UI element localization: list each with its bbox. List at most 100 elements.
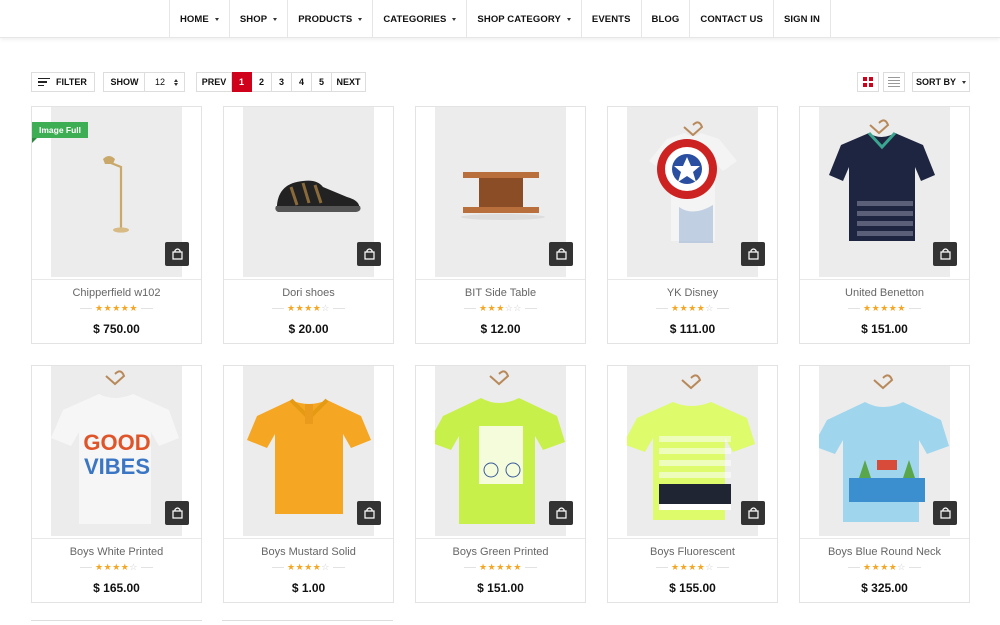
product-name[interactable]: United Benetton	[800, 287, 969, 299]
product-image-blue-printed-tshirt[interactable]	[819, 366, 950, 536]
star-icon: ★	[112, 303, 121, 313]
star-icon: ★	[504, 562, 514, 572]
svg-text:GOOD: GOOD	[83, 430, 150, 455]
sort-by-dropdown[interactable]: SORT BY	[912, 72, 970, 92]
pagination-page[interactable]: 2	[252, 72, 272, 92]
product-name[interactable]: YK Disney	[608, 287, 777, 299]
card-divider	[32, 279, 201, 280]
star-icon: ★	[479, 303, 488, 313]
product-card[interactable]: United Benetton ★ ★ ★ ★ ★ $ 151.00	[799, 106, 970, 344]
product-image-good-vibes-tshirt[interactable]: GOOD VIBES	[51, 366, 182, 536]
shopping-bag-icon	[939, 248, 951, 260]
chevron-down-icon	[452, 17, 457, 21]
pagination-prev[interactable]: PREV	[196, 72, 232, 92]
product-name[interactable]: Dori shoes	[224, 287, 393, 299]
filter-button[interactable]: FILTER	[31, 72, 95, 92]
star-icon: ★	[112, 562, 121, 572]
product-image-green-tshirt[interactable]	[435, 366, 566, 536]
star-icon: ☆	[129, 562, 138, 572]
product-card[interactable]: Boys Mustard Solid ★ ★ ★ ★ ☆ $ 1.00	[223, 365, 394, 603]
add-to-cart-button[interactable]	[549, 501, 573, 525]
star-icon: ★	[897, 303, 906, 313]
star-icon: ★	[679, 562, 689, 572]
list-view-icon	[888, 77, 900, 87]
product-image-side-table[interactable]	[435, 107, 566, 277]
star-icon: ★	[304, 562, 313, 572]
card-divider	[800, 279, 969, 280]
product-price: $ 155.00	[669, 581, 716, 595]
nav-item-home[interactable]: HOME	[170, 0, 230, 38]
product-name[interactable]: Boys Fluorescent	[608, 546, 777, 558]
product-name[interactable]: Boys White Printed	[32, 546, 201, 558]
product-image-mustard-polo[interactable]	[243, 366, 374, 536]
nav-item-products[interactable]: PRODUCTS	[288, 0, 374, 38]
star-icon: ☆	[321, 562, 330, 572]
add-to-cart-button[interactable]	[741, 501, 765, 525]
pagination-next[interactable]: NEXT	[332, 72, 366, 92]
product-price: $ 750.00	[93, 322, 140, 336]
show-count-select[interactable]: 12	[144, 72, 185, 92]
nav-item-sign-in[interactable]: SIGN IN	[774, 0, 832, 38]
nav-item-label: CONTACT US	[700, 13, 763, 25]
product-name[interactable]: BIT Side Table	[416, 287, 585, 299]
add-to-cart-button[interactable]	[357, 501, 381, 525]
product-card[interactable]: BIT Side Table ★ ★ ★ ☆ ☆ $ 12.00	[415, 106, 586, 344]
nav-item-label: HOME	[179, 13, 209, 25]
star-icon: ★	[863, 562, 872, 572]
product-image-fluorescent-striped-tshirt[interactable]	[627, 366, 758, 536]
add-to-cart-button[interactable]	[165, 501, 189, 525]
pagination-page[interactable]: 5	[312, 72, 332, 92]
nav-item-shop[interactable]: SHOP	[230, 0, 289, 38]
nav-menu: HOME SHOP PRODUCTS CATEGORIES SHOP CATEGORY E…	[168, 0, 832, 38]
star-icon: ★	[871, 562, 881, 572]
product-name[interactable]: Boys Mustard Solid	[224, 546, 393, 558]
pagination-page[interactable]: 3	[272, 72, 292, 92]
star-icon: ★	[688, 303, 697, 313]
add-to-cart-button[interactable]	[165, 242, 189, 266]
shopping-bag-icon	[939, 507, 951, 519]
star-icon: ★	[696, 303, 706, 313]
product-image-shield-tshirt[interactable]	[627, 107, 758, 277]
star-icon: ☆	[513, 303, 522, 313]
nav-item-label: PRODUCTS	[298, 13, 353, 25]
star-icon: ★	[287, 562, 296, 572]
product-name[interactable]: Boys Blue Round Neck	[800, 546, 969, 558]
nav-item-contact-us[interactable]: CONTACT US	[690, 0, 774, 38]
product-card[interactable]: Dori shoes ★ ★ ★ ★ ☆ $ 20.00	[223, 106, 394, 344]
product-card[interactable]: Image Full Chipperfield w102 ★ ★ ★ ★ ★ $ 750.00	[31, 106, 202, 344]
star-icon: ★	[103, 562, 113, 572]
product-card[interactable]: YK Disney ★ ★ ★ ★ ☆ $ 111.00	[607, 106, 778, 344]
top-navigation: HOME SHOP PRODUCTS CATEGORIES SHOP CATEGORY E…	[0, 0, 1000, 38]
nav-item-blog[interactable]: BLOG	[642, 0, 691, 38]
add-to-cart-button[interactable]	[357, 242, 381, 266]
pagination-page[interactable]: 4	[292, 72, 312, 92]
grid-view-button[interactable]	[857, 72, 879, 92]
chevron-down-icon	[358, 17, 363, 21]
product-card[interactable]: Boys Fluorescent ★ ★ ★ ★ ☆ $ 155.00	[607, 365, 778, 603]
shopping-bag-icon	[171, 248, 183, 260]
product-card[interactable]: Boys Green Printed ★ ★ ★ ★ ★ $ 151.00	[415, 365, 586, 603]
add-to-cart-button[interactable]	[741, 242, 765, 266]
star-icon: ★	[671, 562, 680, 572]
product-image-sneaker[interactable]	[243, 107, 374, 277]
add-to-cart-button[interactable]	[933, 242, 957, 266]
product-name[interactable]: Boys Green Printed	[416, 546, 585, 558]
product-image-navy-polo[interactable]	[819, 107, 950, 277]
add-to-cart-button[interactable]	[549, 242, 573, 266]
pagination-page[interactable]: 1	[232, 72, 252, 92]
star-icon: ★	[103, 303, 113, 313]
nav-item-events[interactable]: EVENTS	[582, 0, 642, 38]
nav-item-shop-category[interactable]: SHOP CATEGORY	[467, 0, 582, 38]
select-arrows-icon	[174, 78, 178, 86]
product-card[interactable]: Boys Blue Round Neck ★ ★ ★ ★ ☆ $ 325.00	[799, 365, 970, 603]
add-to-cart-button[interactable]	[933, 501, 957, 525]
product-card[interactable]: GOOD VIBES Boys White Printed ★ ★ ★ ★ ☆ $ 165.00	[31, 365, 202, 603]
chevron-down-icon	[962, 80, 966, 84]
product-name[interactable]: Chipperfield w102	[32, 287, 201, 299]
star-icon: ★	[312, 303, 322, 313]
shopping-bag-icon	[363, 507, 375, 519]
nav-item-categories[interactable]: CATEGORIES	[373, 0, 468, 38]
product-rating: ★ ★ ★ ★ ★	[32, 303, 201, 314]
list-view-button[interactable]	[883, 72, 905, 92]
nav-item-label: CATEGORIES	[383, 13, 447, 25]
